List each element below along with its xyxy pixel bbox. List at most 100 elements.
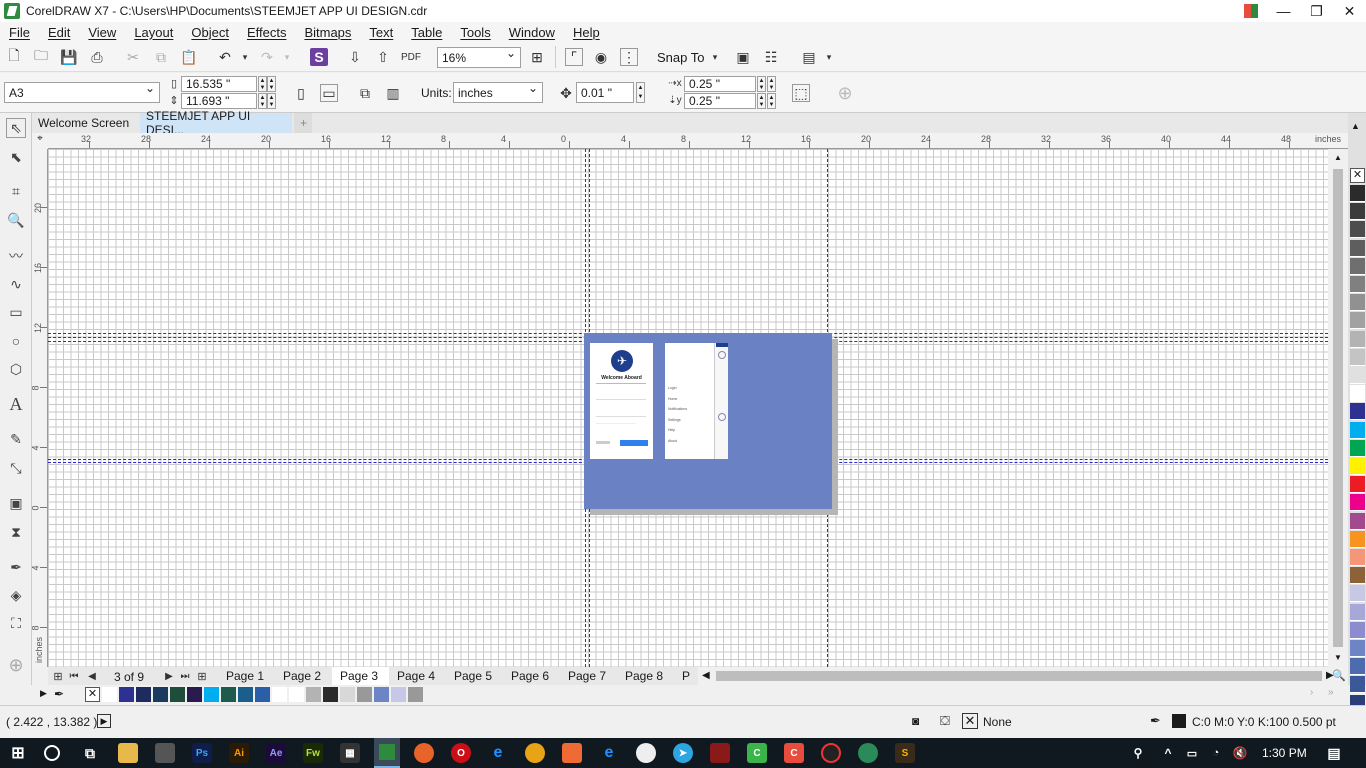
welcome-screen-icon[interactable]: ▣ bbox=[734, 48, 752, 66]
document-palette-swatch[interactable] bbox=[289, 687, 304, 702]
firefox-icon[interactable] bbox=[414, 743, 434, 763]
chrome-icon[interactable] bbox=[525, 743, 545, 763]
nudge-stepper[interactable]: ▲ ▼ bbox=[636, 82, 645, 103]
zoom-to-page-icon[interactable]: ⊞ bbox=[528, 48, 546, 66]
undo-icon[interactable]: ↶ bbox=[216, 48, 234, 66]
calculator-icon[interactable]: ▦ bbox=[340, 743, 360, 763]
tab-steemjet-document[interactable]: STEEMJET APP UI DESI... bbox=[140, 109, 292, 137]
search-content-icon[interactable]: S bbox=[310, 48, 328, 66]
rectangle-tool-icon[interactable]: ▭ bbox=[6, 302, 26, 322]
duplicate-x-input[interactable]: 0.25 " bbox=[684, 76, 756, 92]
palette-swatch[interactable] bbox=[1350, 476, 1365, 494]
shape-tool-icon[interactable]: ⬉ bbox=[6, 147, 26, 167]
grid-view-icon[interactable]: ◉ bbox=[592, 48, 610, 66]
page-tab-5[interactable]: Page 5 bbox=[446, 667, 503, 685]
first-page-icon[interactable]: ⏮ bbox=[67, 668, 81, 684]
page-tab-9[interactable]: P bbox=[674, 667, 694, 685]
document-palette-swatch[interactable] bbox=[204, 687, 219, 702]
duplicate-y-input[interactable]: 0.25 " bbox=[684, 93, 756, 109]
document-palette-swatch[interactable] bbox=[391, 687, 406, 702]
interactive-fill-icon[interactable]: ◈ bbox=[6, 585, 26, 605]
palette-swatch[interactable] bbox=[1350, 312, 1365, 330]
app-red-icon[interactable]: C bbox=[784, 743, 804, 763]
status-expand-icon[interactable]: ▶ bbox=[97, 714, 111, 728]
cut-icon[interactable]: ✂ bbox=[124, 48, 142, 66]
internet-explorer-icon[interactable]: e bbox=[488, 743, 508, 763]
next-page-icon[interactable]: ▶ bbox=[162, 668, 176, 684]
duplicate-x-stepper[interactable]: ▲ ▼ bbox=[757, 76, 766, 92]
undo-dropdown-icon[interactable]: ▾ bbox=[236, 48, 254, 66]
menu-bitmaps[interactable]: Bitmaps bbox=[295, 25, 360, 40]
fireworks-icon[interactable]: Fw bbox=[303, 743, 323, 763]
menu-tools[interactable]: Tools bbox=[451, 25, 499, 40]
app-green-icon[interactable] bbox=[858, 743, 878, 763]
drawing-canvas[interactable]: ✈ Welcome Aboard Login Home Notification… bbox=[48, 149, 1328, 667]
page-height-stepper[interactable]: ▲ ▼ bbox=[258, 93, 267, 109]
palette-swatch[interactable] bbox=[1350, 567, 1365, 585]
document-palette-swatch[interactable] bbox=[357, 687, 372, 702]
crop-tool-icon[interactable]: ⌗ bbox=[6, 181, 26, 201]
palette-swatch[interactable] bbox=[1350, 676, 1365, 694]
application-launcher-icon[interactable]: ▤ bbox=[800, 48, 818, 66]
smart-fill-icon[interactable]: ⛶ bbox=[6, 613, 26, 633]
scroll-up-icon[interactable]: ▲ bbox=[1332, 153, 1344, 163]
snap-to-chevron-icon[interactable]: ▾ bbox=[706, 48, 724, 66]
fill-bucket-icon[interactable]: ⛋ bbox=[940, 713, 956, 729]
polygon-tool-icon[interactable]: ⬡ bbox=[6, 359, 26, 379]
save-icon[interactable]: 💾 bbox=[60, 48, 78, 66]
page-height-lock[interactable]: ▲ ▼ bbox=[267, 93, 276, 109]
zoom-level-select[interactable]: 16% bbox=[437, 46, 521, 68]
ellipse-tool-icon[interactable]: ○ bbox=[6, 331, 26, 351]
scroll-left-icon[interactable]: ◀ bbox=[702, 670, 710, 681]
horizontal-scrollbar[interactable]: ◀ ▶ bbox=[698, 667, 1348, 685]
app-circle-icon[interactable] bbox=[636, 743, 656, 763]
duplicate-y-stepper-2[interactable]: ▲ ▼ bbox=[767, 93, 776, 109]
duplicate-y-stepper[interactable]: ▲ ▼ bbox=[757, 93, 766, 109]
add-page-after-icon[interactable]: ⊞ bbox=[195, 668, 209, 684]
page-tab-4[interactable]: Page 4 bbox=[389, 667, 446, 685]
palette-swatch[interactable] bbox=[1350, 330, 1365, 348]
document-palette-swatch[interactable] bbox=[187, 687, 202, 702]
palette-swatch[interactable] bbox=[1350, 367, 1365, 384]
no-color-swatch-icon[interactable]: ✕ bbox=[1350, 168, 1365, 183]
palette-scroll-up-icon[interactable]: ▲ bbox=[1351, 121, 1360, 131]
palette-swatch[interactable] bbox=[1350, 640, 1365, 657]
camtasia-icon[interactable]: C bbox=[747, 743, 767, 763]
restore-button[interactable]: ❐ bbox=[1300, 0, 1333, 22]
vertical-scroll-thumb[interactable] bbox=[1333, 169, 1343, 647]
freehand-tool-icon[interactable]: 〰 bbox=[6, 246, 26, 266]
palette-swatch[interactable] bbox=[1350, 494, 1365, 512]
document-palette-swatch[interactable] bbox=[221, 687, 236, 702]
sublime-icon[interactable]: S bbox=[895, 743, 915, 763]
dimension-tool-icon[interactable]: ✎ bbox=[6, 429, 26, 449]
menu-table[interactable]: Table bbox=[402, 25, 451, 40]
cortana-icon[interactable] bbox=[44, 745, 60, 761]
palette-swatch[interactable] bbox=[1350, 294, 1365, 312]
palette-swatch[interactable] bbox=[1350, 621, 1365, 639]
doc-palette-eyedropper-icon[interactable]: ✒ bbox=[54, 687, 64, 701]
illustrator-icon[interactable]: Ai bbox=[229, 743, 249, 763]
paste-icon[interactable]: 📋 bbox=[180, 48, 198, 66]
print-icon[interactable]: ⎙ bbox=[88, 48, 106, 66]
menu-window[interactable]: Window bbox=[500, 25, 564, 40]
artistic-media-icon[interactable]: ∿ bbox=[6, 274, 26, 294]
action-center-icon[interactable]: ▤ bbox=[1324, 743, 1344, 763]
scroll-down-icon[interactable]: ▼ bbox=[1332, 653, 1344, 663]
portrait-icon[interactable]: ▯ bbox=[292, 84, 310, 102]
zoom-tool-icon[interactable]: 🔍 bbox=[6, 210, 26, 230]
page-tab-1[interactable]: Page 1 bbox=[218, 667, 275, 685]
landscape-icon[interactable]: ▭ bbox=[320, 84, 338, 102]
battery-icon[interactable]: ▭ bbox=[1182, 743, 1202, 763]
palette-swatch[interactable] bbox=[1350, 439, 1365, 457]
page-frame-icon[interactable]: ⬚ bbox=[792, 84, 810, 102]
units-select[interactable]: inches bbox=[453, 81, 543, 103]
nudge-distance-input[interactable]: 0.01 " bbox=[576, 82, 634, 103]
palette-swatch[interactable] bbox=[1350, 403, 1365, 421]
palette-swatch[interactable] bbox=[1350, 257, 1365, 275]
document-palette-swatch[interactable] bbox=[119, 687, 134, 702]
menu-help[interactable]: Help bbox=[564, 25, 609, 40]
palette-swatch[interactable] bbox=[1350, 385, 1365, 403]
document-palette-swatch[interactable] bbox=[374, 687, 389, 702]
palette-swatch[interactable] bbox=[1350, 421, 1365, 439]
page-tab-2[interactable]: Page 2 bbox=[275, 667, 332, 685]
